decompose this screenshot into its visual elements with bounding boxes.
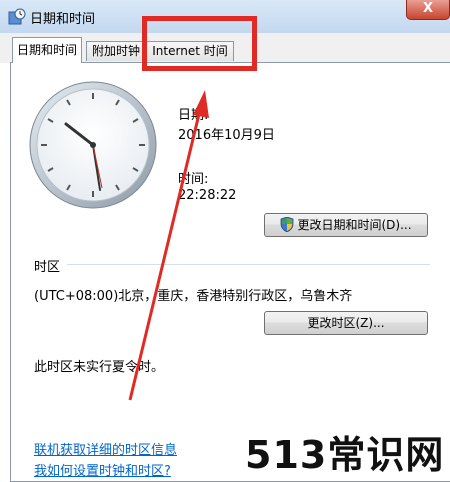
- date-label: 日期:: [178, 108, 209, 123]
- window-title: 日期和时间: [30, 12, 96, 27]
- tab-additional-clocks[interactable]: 附加时钟: [86, 41, 146, 61]
- timezone-info-link[interactable]: 联机获取详细的时区信息: [34, 439, 177, 458]
- change-date-time-label: 更改日期和时间(D)...: [297, 218, 412, 232]
- timezone-divider: [67, 264, 430, 265]
- tab-date-time[interactable]: 日期和时间: [12, 37, 82, 63]
- dst-note: 此时区未实行夏令时。: [34, 360, 165, 375]
- how-to-set-clock-link[interactable]: 我如何设置时钟和时区?: [34, 460, 171, 479]
- clock-app-icon: [8, 8, 26, 25]
- watermark: 513常识网: [245, 433, 445, 477]
- timezone-section-label: 时区: [34, 260, 61, 275]
- time-value: 22:28:22: [178, 188, 237, 203]
- time-label: 时间:: [178, 172, 209, 187]
- annotation-highlight-box: [142, 16, 257, 71]
- analog-clock: [29, 81, 157, 209]
- date-value: 2016年10月9日: [178, 128, 275, 143]
- change-date-time-button[interactable]: 更改日期和时间(D)...: [264, 213, 428, 237]
- close-icon: X: [422, 1, 434, 16]
- change-timezone-button[interactable]: 更改时区(Z)...: [264, 311, 428, 335]
- timezone-value: (UTC+08:00)北京，重庆，香港特别行政区，乌鲁木齐: [34, 289, 353, 304]
- close-button[interactable]: X: [406, 0, 450, 20]
- shield-icon: [281, 217, 294, 232]
